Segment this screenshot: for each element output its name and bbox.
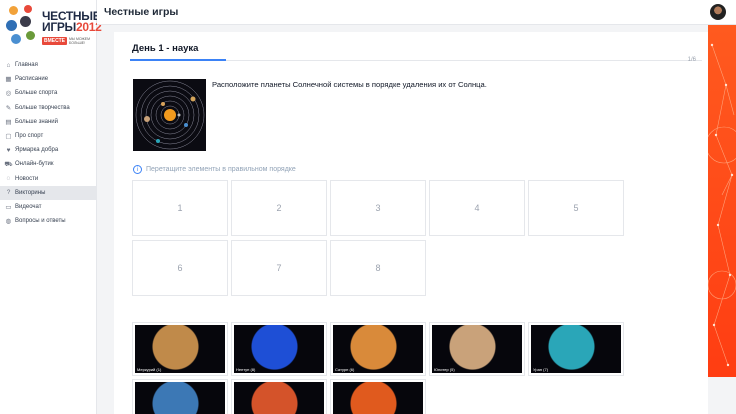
answer-slot[interactable]: 6 xyxy=(132,240,228,296)
sidebar-item-label: Про спорт xyxy=(15,133,44,140)
sidebar-item[interactable]: ✎ Больше творчества xyxy=(0,101,97,115)
info-icon: i xyxy=(133,165,142,174)
solar-system-image xyxy=(133,79,206,151)
planet-option[interactable]: Уран (7) xyxy=(528,322,624,376)
sidebar-item[interactable]: ▢ Про спорт xyxy=(0,129,97,143)
planet-option[interactable]: Юпитер (5) xyxy=(429,322,525,376)
sidebar-item-label: Вопросы и ответы xyxy=(15,218,66,225)
sidebar-item[interactable]: ▦ Расписание xyxy=(0,72,97,86)
planet-label: Уран (7) xyxy=(533,367,549,372)
constellation-decoration xyxy=(708,43,736,367)
answer-slot[interactable]: 2 xyxy=(231,180,327,236)
faq-icon: ◍ xyxy=(5,218,12,226)
answer-slot[interactable]: 5 xyxy=(528,180,624,236)
app-root: ЧЕСТНЫЕ ИГРЫ2012 ВМЕСТЕ МЫ МОЖЕМ БОЛЬШЕ!… xyxy=(0,0,736,414)
planet-label: Меркурий (1) xyxy=(137,367,162,372)
news-icon: ◌ xyxy=(6,175,11,183)
logo-title: ЧЕСТНЫЕ ИГРЫ2012 xyxy=(42,10,102,34)
sidebar-item-label: Больше знаний xyxy=(15,118,59,125)
sidebar-item-label: Ярмарка добра xyxy=(15,147,59,154)
logo-badge: ВМЕСТЕ xyxy=(42,37,67,45)
planet-image: Юпитер (5) xyxy=(432,325,522,373)
answer-slot[interactable]: 1 xyxy=(132,180,228,236)
question-text: Расположите планеты Солнечной системы в … xyxy=(212,80,487,89)
sidebar-item[interactable]: ▭ Видеочат xyxy=(0,200,97,214)
quiz-progress-bar xyxy=(130,59,702,61)
hint-text: Перетащите элементы в правильном порядке xyxy=(146,166,296,173)
planet-image xyxy=(234,382,324,414)
planet-image xyxy=(135,382,225,414)
sidebar-item[interactable]: ◌ Новости xyxy=(0,172,97,186)
sidebar-item[interactable]: ▤ Больше знаний xyxy=(0,115,97,129)
sidebar-item-label: Викторины xyxy=(15,189,46,196)
planet-option[interactable] xyxy=(132,379,228,414)
document-icon: ▢ xyxy=(5,133,12,141)
gift-icon: ♥ xyxy=(6,146,11,154)
planet-image xyxy=(333,382,423,414)
sidebar-item[interactable]: ♥ Ярмарка добра xyxy=(0,143,97,157)
sidebar-item-label: Расписание xyxy=(15,76,49,83)
sidebar-item-label: Видеочат xyxy=(15,203,42,210)
creative-icon: ✎ xyxy=(5,104,12,112)
book-icon: ▤ xyxy=(5,118,12,126)
planet-image: Нептун (8) xyxy=(234,325,324,373)
sidebar: ЧЕСТНЫЕ ИГРЫ2012 ВМЕСТЕ МЫ МОЖЕМ БОЛЬШЕ!… xyxy=(0,0,102,414)
header: Честные игры xyxy=(97,0,736,25)
planet-option[interactable] xyxy=(231,379,327,414)
logo-line2: ИГРЫ xyxy=(42,20,76,34)
sport-icon: ◎ xyxy=(5,90,12,98)
sidebar-item[interactable]: ⌂ Главная xyxy=(0,58,97,72)
sidebar-nav: ⌂ Главная ▦ Расписание ◎ Больше спорта ✎ Больше… xyxy=(0,58,97,228)
planet-option[interactable] xyxy=(330,379,426,414)
sidebar-item-label: Новости xyxy=(15,175,39,182)
answer-slot[interactable]: 8 xyxy=(330,240,426,296)
logo[interactable]: ЧЕСТНЫЕ ИГРЫ2012 ВМЕСТЕ МЫ МОЖЕМ БОЛЬШЕ! xyxy=(6,4,102,48)
quiz-progress-fill xyxy=(130,59,226,61)
planet-image: Меркурий (1) xyxy=(135,325,225,373)
hint: i Перетащите элементы в правильном поряд… xyxy=(133,165,296,174)
sidebar-item[interactable]: ◎ Больше спорта xyxy=(0,86,97,100)
answer-slot[interactable]: 4 xyxy=(429,180,525,236)
logo-sub: ВМЕСТЕ МЫ МОЖЕМ БОЛЬШЕ! xyxy=(42,37,91,45)
quiz-icon: ? xyxy=(6,189,11,197)
calendar-icon: ▦ xyxy=(5,76,12,84)
sidebar-item[interactable]: ? Викторины xyxy=(0,185,97,200)
sidebar-item-label: Онлайн-бутик xyxy=(15,161,54,168)
planet-image: Сатурн (6) xyxy=(333,325,423,373)
sidebar-item[interactable]: ⛟ Онлайн-бутик xyxy=(0,157,97,171)
logo-balls xyxy=(6,4,40,48)
cart-icon: ⛟ xyxy=(4,160,13,168)
quiz-card: День 1 - наука 1/6 Расположите планеты С… xyxy=(114,32,708,414)
planet-label: Нептун (8) xyxy=(236,367,256,372)
sidebar-item-label: Главная xyxy=(15,62,38,69)
quiz-title: День 1 - наука xyxy=(132,43,199,54)
answer-slot[interactable]: 7 xyxy=(231,240,327,296)
answer-slot[interactable]: 3 xyxy=(330,180,426,236)
planet-option[interactable]: Сатурн (6) xyxy=(330,322,426,376)
sidebar-item-label: Больше творчества xyxy=(15,104,70,111)
planet-label: Юпитер (5) xyxy=(434,367,455,372)
sidebar-item[interactable]: ◍ Вопросы и ответы xyxy=(0,214,97,228)
sidebar-item-label: Больше спорта xyxy=(15,90,58,97)
home-icon: ⌂ xyxy=(6,61,11,69)
page-title: Честные игры xyxy=(104,6,179,18)
logo-slogan: МЫ МОЖЕМ БОЛЬШЕ! xyxy=(69,37,91,45)
planet-option[interactable]: Нептун (8) xyxy=(231,322,327,376)
planet-option[interactable]: Меркурий (1) xyxy=(132,322,228,376)
question-counter: 1/6 xyxy=(687,57,696,63)
user-avatar[interactable] xyxy=(710,4,726,20)
planet-image: Уран (7) xyxy=(531,325,621,373)
planet-label: Сатурн (6) xyxy=(335,367,355,372)
video-icon: ▭ xyxy=(5,203,12,211)
decorative-banner xyxy=(708,25,736,377)
